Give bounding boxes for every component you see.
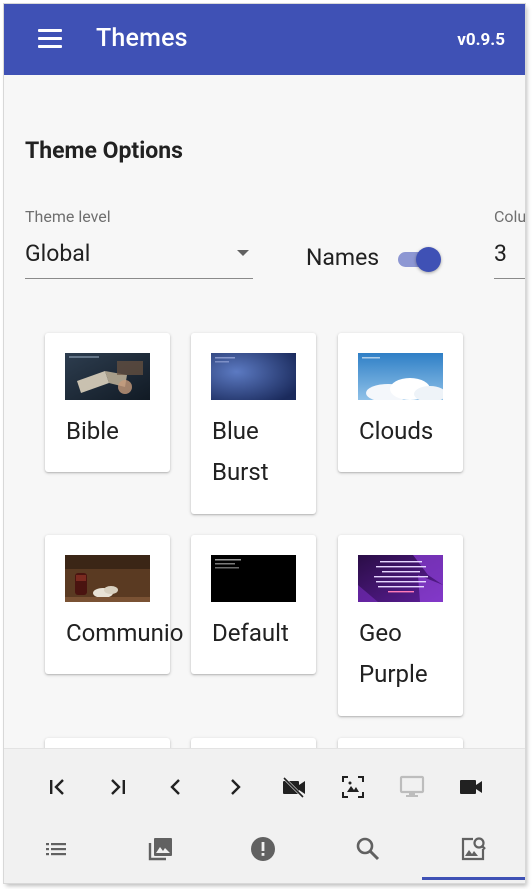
images-icon[interactable] bbox=[143, 832, 177, 866]
video-off-icon[interactable] bbox=[279, 772, 309, 802]
clouds-thumbnail bbox=[358, 353, 443, 400]
theme-level-value: Global bbox=[25, 240, 91, 267]
theme-name: Geo Purple bbox=[359, 619, 428, 688]
theme-card-blue-burst[interactable]: Blue Burst bbox=[191, 333, 316, 514]
app-frame: Themes v0.9.5 Theme Options Theme level … bbox=[4, 4, 525, 883]
names-toggle[interactable] bbox=[396, 246, 442, 272]
section-title: Theme Options bbox=[25, 137, 183, 164]
first-icon[interactable] bbox=[43, 772, 73, 802]
columns-value: 3 bbox=[494, 240, 507, 267]
app-bar: Themes v0.9.5 bbox=[4, 4, 525, 75]
theme-card-clouds[interactable]: Clouds bbox=[338, 333, 463, 472]
theme-search-icon[interactable] bbox=[456, 832, 490, 866]
alert-icon[interactable] bbox=[246, 832, 280, 866]
geo-purple-thumbnail bbox=[358, 555, 443, 602]
last-icon[interactable] bbox=[102, 772, 132, 802]
video-camera-icon[interactable] bbox=[456, 772, 486, 802]
theme-name: Bible bbox=[66, 417, 119, 445]
toggle-thumb bbox=[416, 247, 441, 272]
communion-thumbnail bbox=[65, 555, 150, 602]
playlist-icon[interactable] bbox=[39, 832, 73, 866]
theme-card-default[interactable]: Default bbox=[191, 535, 316, 674]
image-fit-icon[interactable] bbox=[338, 772, 368, 802]
theme-name: Communio bbox=[66, 619, 184, 647]
search-icon[interactable] bbox=[351, 832, 385, 866]
columns-input[interactable]: 3 bbox=[494, 234, 525, 279]
columns-label: Colu bbox=[494, 207, 525, 226]
menu-icon[interactable] bbox=[38, 29, 62, 49]
theme-card-bible[interactable]: Bible bbox=[45, 333, 170, 472]
theme-level-select[interactable]: Global bbox=[25, 234, 253, 279]
previous-icon[interactable] bbox=[161, 772, 191, 802]
bible-thumbnail bbox=[65, 353, 150, 400]
theme-name: Default bbox=[212, 619, 289, 647]
next-icon[interactable] bbox=[220, 772, 250, 802]
theme-name: Blue Burst bbox=[212, 417, 269, 486]
version-label: v0.9.5 bbox=[457, 30, 505, 50]
theme-card-communion[interactable]: Communio bbox=[45, 535, 183, 674]
page-title: Themes bbox=[96, 24, 188, 53]
default-thumbnail bbox=[211, 555, 296, 602]
names-label: Names bbox=[306, 244, 380, 271]
monitor-icon[interactable] bbox=[397, 772, 427, 802]
blue-burst-thumbnail bbox=[211, 353, 296, 400]
dropdown-caret-icon bbox=[237, 250, 249, 256]
theme-name: Clouds bbox=[359, 417, 434, 445]
theme-level-label: Theme level bbox=[25, 207, 111, 226]
theme-card-geo-purple[interactable]: Geo Purple bbox=[338, 535, 463, 716]
active-tab-indicator bbox=[422, 877, 525, 880]
